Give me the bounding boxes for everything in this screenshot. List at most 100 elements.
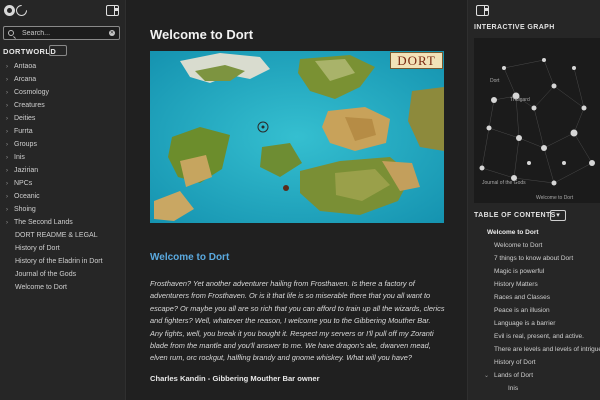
- sidebar-page-history-of-the-eladrin-in-dort[interactable]: History of the Eladrin in Dort: [0, 255, 125, 268]
- sidebar-folder-shoing[interactable]: › Shoing: [0, 203, 125, 216]
- sidebar-item-label: NPCs: [14, 180, 33, 187]
- sidebar-item-label: Deities: [14, 115, 36, 122]
- toc-item-label: Lands of Dort: [494, 372, 534, 379]
- toc-item[interactable]: History Matters: [468, 278, 600, 291]
- toc-item-label: History of Dort: [494, 359, 536, 366]
- interactive-graph[interactable]: Dort Thulgard Journal of the Gods Welcom…: [474, 38, 600, 203]
- sidebar-page-journal-of-the-gods[interactable]: Journal of the Gods: [0, 268, 125, 281]
- sidebar-folder-the-second-lands[interactable]: › The Second Lands: [0, 216, 125, 229]
- sidebar-item-label: Creatures: [14, 102, 45, 109]
- intro-paragraph: Frosthaven? Yet another adventurer haili…: [150, 279, 445, 363]
- toc-item-label: Magic is powerful: [494, 268, 545, 275]
- toc-item[interactable]: Language is a barrier: [468, 317, 600, 330]
- toc-item[interactable]: History of Dort: [468, 356, 600, 369]
- sidebar-folder-furrta[interactable]: › Furrta: [0, 125, 125, 138]
- sidebar-item-label: The Second Lands: [14, 219, 73, 226]
- toc-item[interactable]: Inis: [468, 382, 600, 395]
- left-sidebar: ✕ DORTWORLD ›Antaoa›Arcana›Cosmology›Cre…: [0, 0, 126, 400]
- sidebar-folder-groups[interactable]: › Groups: [0, 138, 125, 151]
- toc-item[interactable]: 7 things to know about Dort: [468, 252, 600, 265]
- graph-canvas[interactable]: Dort Thulgard Journal of the Gods Welcom…: [474, 38, 600, 203]
- toc-item[interactable]: Welcome to Dort: [468, 226, 600, 239]
- toc-item[interactable]: Peace is an illusion: [468, 304, 600, 317]
- toggle-sidebar-icon[interactable]: [106, 5, 119, 16]
- chevron-right-icon: ›: [6, 128, 8, 135]
- sidebar-item-label: Arcana: [14, 76, 37, 83]
- sidebar-folder-jazirian[interactable]: › Jazirian: [0, 164, 125, 177]
- sidebar-toolbar: [0, 0, 125, 22]
- chevron-right-icon: ›: [6, 193, 8, 200]
- sidebar-item-label: Cosmology: [14, 89, 50, 96]
- toc-item[interactable]: Evil is real, present, and active.: [468, 330, 600, 343]
- table-of-contents: Welcome to Dort Welcome to Dort 7 things t…: [468, 226, 600, 395]
- world-map-image: DORT: [150, 51, 444, 223]
- toc-item-label: Welcome to Dort: [494, 242, 543, 249]
- right-sidebar: INTERACTIVE GRAPH Dort Thulgard Journal …: [467, 0, 600, 400]
- chevron-right-icon: ›: [6, 141, 8, 148]
- chevron-down-icon[interactable]: ⌄: [484, 372, 494, 379]
- search-icon: [8, 30, 14, 36]
- explorer-tree: › Antaoa › Arcana › Cosmology › Creatures › Deiti…: [0, 60, 125, 294]
- search-input[interactable]: [22, 28, 102, 39]
- sidebar-item-label: Antaoa: [14, 63, 37, 70]
- chevron-right-icon: ›: [6, 89, 8, 96]
- map-logo-badge: DORT: [390, 52, 443, 69]
- sidebar-folder-deities[interactable]: › Deities: [0, 112, 125, 125]
- sidebar-page-history-of-dort[interactable]: History of Dort: [0, 242, 125, 255]
- toc-item-label: Inis: [508, 385, 519, 392]
- sidebar-folder-arcana[interactable]: › Arcana: [0, 73, 125, 86]
- chevron-right-icon: ›: [6, 219, 8, 226]
- toc-item-label: There are levels and levels of intrigue: [494, 346, 600, 353]
- sidebar-folder-oceanic[interactable]: › Oceanic: [0, 190, 125, 203]
- toc-item[interactable]: Races and Classes: [468, 291, 600, 304]
- sidebar-folder-cosmology[interactable]: › Cosmology: [0, 86, 125, 99]
- sidebar-item-label: Oceanic: [14, 193, 40, 200]
- graph-title: INTERACTIVE GRAPH: [474, 24, 555, 31]
- toc-item[interactable]: There are levels and levels of intrigue: [468, 343, 600, 356]
- sidebar-page-welcome-to-dort[interactable]: Welcome to Dort: [0, 281, 125, 294]
- graph-label-thulgard[interactable]: Thulgard: [510, 97, 530, 103]
- section-heading: Welcome to Dort: [150, 252, 230, 263]
- chevron-right-icon: ›: [6, 154, 8, 161]
- world-map-illustration: [150, 51, 444, 223]
- chevron-right-icon: ›: [6, 206, 8, 213]
- chevron-right-icon: ›: [6, 115, 8, 122]
- sidebar-folder-antaoa[interactable]: › Antaoa: [0, 60, 125, 73]
- toc-item-label: Welcome to Dort: [487, 229, 539, 236]
- sidebar-item-label: Jazirian: [14, 167, 39, 174]
- signature: Charles Kandin - Gibbering Mouther Bar o…: [150, 374, 320, 383]
- sidebar-item-label: Furrta: [14, 128, 33, 135]
- sidebar-folder-inis[interactable]: › Inis: [0, 151, 125, 164]
- clear-search-icon[interactable]: ✕: [109, 30, 115, 36]
- moon-icon[interactable]: [16, 4, 28, 16]
- search-box[interactable]: ✕: [3, 26, 120, 40]
- chevron-right-icon: ›: [6, 180, 8, 187]
- sidebar-item-label: Inis: [14, 154, 25, 161]
- toc-collapse-button[interactable]: ▾: [550, 210, 566, 221]
- toc-item-label: Races and Classes: [494, 294, 550, 301]
- toc-title: TABLE OF CONTENTS: [474, 212, 556, 219]
- toc-item-label: Peace is an illusion: [494, 307, 550, 314]
- chevron-right-icon: ›: [6, 167, 8, 174]
- sidebar-page-dort-readme-legal[interactable]: DORT README & LEGAL: [0, 229, 125, 242]
- chevron-right-icon: ›: [6, 102, 8, 109]
- toc-item[interactable]: ⌄ Lands of Dort: [468, 369, 600, 382]
- toc-item-label: Language is a barrier: [494, 320, 556, 327]
- toc-item[interactable]: Magic is powerful: [468, 265, 600, 278]
- main-content: Welcome to Dort DORT Welcome to Dort Fro…: [127, 0, 467, 400]
- sidebar-folder-creatures[interactable]: › Creatures: [0, 99, 125, 112]
- graph-label-welcome[interactable]: Welcome to Dort: [536, 195, 574, 201]
- theme-toggle-icon[interactable]: [4, 5, 15, 16]
- collapse-explorer-button[interactable]: [49, 45, 67, 56]
- page-title: Welcome to Dort: [150, 27, 254, 42]
- toc-item[interactable]: Welcome to Dort: [468, 239, 600, 252]
- sidebar-item-label: Shoing: [14, 206, 36, 213]
- chevron-right-icon: ›: [6, 63, 8, 70]
- sidebar-item-label: Groups: [14, 141, 37, 148]
- sidebar-folder-npcs[interactable]: › NPCs: [0, 177, 125, 190]
- toc-item-label: Evil is real, present, and active.: [494, 333, 584, 340]
- toc-item-label: History Matters: [494, 281, 538, 288]
- toggle-right-panel-icon[interactable]: [476, 5, 489, 16]
- graph-label-dort[interactable]: Dort: [490, 78, 500, 84]
- graph-label-journal[interactable]: Journal of the Gods: [482, 180, 526, 186]
